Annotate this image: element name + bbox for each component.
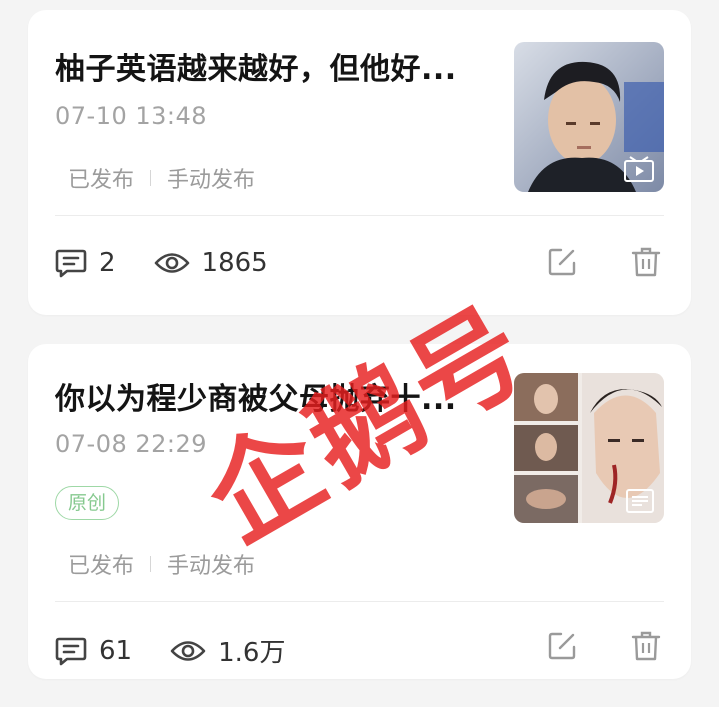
view-count: 1.6万 [218,638,286,668]
status-row: 已发布 手动发布 [68,548,255,580]
edit-button[interactable] [547,631,577,661]
views-stat: 1.6万 [170,632,285,669]
article-thumbnail[interactable] [514,373,664,523]
card-divider [55,601,664,602]
card-divider [55,215,664,216]
publish-mode-label: 手动发布 [167,554,256,579]
status-label: 已发布 [68,554,135,579]
status-label: 已发布 [68,168,135,193]
eye-icon [154,253,189,273]
video-play-icon [624,156,654,182]
comment-count: 2 [99,248,116,278]
publish-mode-label: 手动发布 [167,168,256,193]
delete-button[interactable] [631,630,661,662]
publish-time: 07-08 22:29 [55,430,208,458]
trash-icon [631,247,661,277]
trash-icon [631,631,661,661]
article-title[interactable]: 你以为程少商被父母抛弃十... [55,374,475,418]
eye-icon [170,640,206,661]
stats-row: 2 1865 [55,248,306,278]
original-badge: 原创 [55,486,120,520]
article-icon [626,489,654,513]
status-divider [150,170,152,186]
status-row: 已发布 手动发布 [68,162,255,194]
article-title[interactable]: 柚子英语越来越好，但他好... [55,44,475,88]
article-card[interactable]: 你以为程少商被父母抛弃十... 07-08 22:29 原创 已发布 手动发布 [28,344,691,679]
edit-icon [548,632,576,660]
comment-icon [55,249,87,278]
views-stat: 1865 [154,248,268,278]
article-thumbnail[interactable] [514,42,664,192]
article-list-page: 柚子英语越来越好，但他好... 07-10 13:48 已发布 手动发布 2 1… [0,0,719,707]
edit-icon [548,248,576,276]
comment-stat[interactable]: 2 [55,248,116,278]
comment-count: 61 [99,635,133,666]
edit-button[interactable] [547,247,577,277]
stats-row: 61 1.6万 [55,632,323,669]
card-actions [493,630,661,662]
publish-time: 07-10 13:48 [55,102,208,130]
status-divider [150,556,152,572]
delete-button[interactable] [631,246,661,278]
view-count: 1865 [201,248,268,278]
article-card[interactable]: 柚子英语越来越好，但他好... 07-10 13:48 已发布 手动发布 2 1… [28,10,691,315]
comment-icon [55,637,87,665]
card-actions [493,246,661,278]
comment-stat[interactable]: 61 [55,636,132,666]
